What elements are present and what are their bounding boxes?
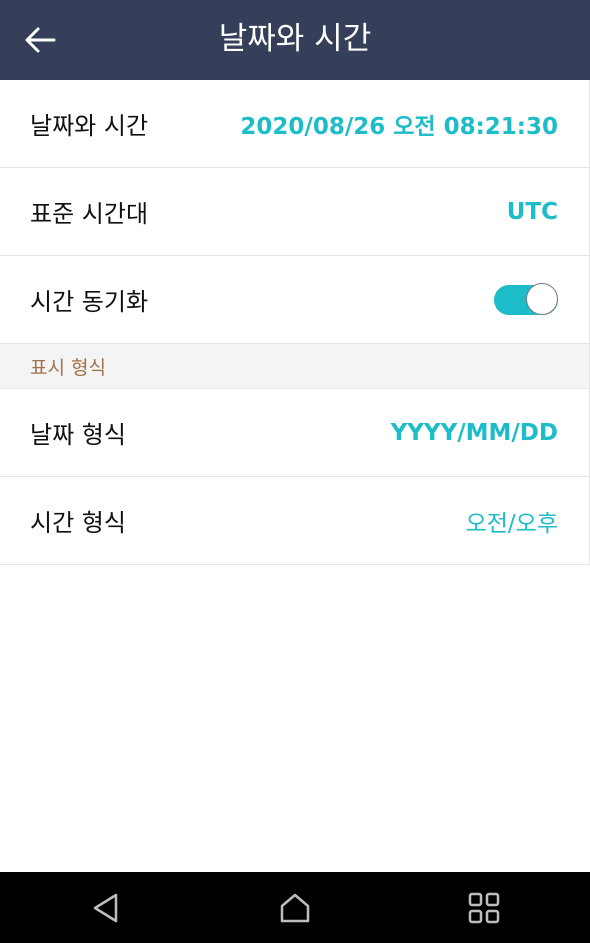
- recent-apps-icon: [468, 892, 500, 924]
- display-format-section-header: 표시 형식: [0, 344, 589, 389]
- date-time-label: 날짜와 시간: [30, 112, 149, 140]
- date-format-value: YYYY/MM/DD: [390, 419, 558, 446]
- app-header: 날짜와 시간: [0, 0, 590, 80]
- date-format-label: 날짜 형식: [30, 421, 126, 449]
- timezone-label: 표준 시간대: [30, 200, 149, 228]
- time-format-value: 오전/오후: [465, 510, 558, 537]
- page-title: 날짜와 시간: [218, 21, 372, 57]
- nav-home-button[interactable]: [272, 885, 318, 931]
- date-time-row[interactable]: 날짜와 시간 2020/08/26 오전 08:21:30: [0, 80, 589, 168]
- time-format-row[interactable]: 시간 형식 오전/오후: [0, 477, 589, 565]
- timezone-row[interactable]: 표준 시간대 UTC: [0, 168, 589, 256]
- home-icon: [280, 893, 310, 923]
- back-triangle-icon: [93, 893, 118, 923]
- time-format-label: 시간 형식: [30, 509, 126, 537]
- date-time-value: 2020/08/26 오전 08:21:30: [240, 113, 558, 140]
- toggle-knob: [526, 282, 558, 315]
- settings-list: 날짜와 시간 2020/08/26 오전 08:21:30 표준 시간대 UTC…: [0, 80, 590, 565]
- nav-back-button[interactable]: [83, 885, 129, 931]
- time-sync-toggle[interactable]: [494, 282, 558, 316]
- system-nav-bar: [0, 872, 590, 943]
- time-sync-label: 시간 동기화: [30, 288, 149, 316]
- timezone-value: UTC: [506, 198, 558, 225]
- nav-recent-apps-button[interactable]: [461, 885, 507, 931]
- time-sync-row: 시간 동기화: [0, 256, 589, 344]
- date-format-row[interactable]: 날짜 형식 YYYY/MM/DD: [0, 389, 589, 477]
